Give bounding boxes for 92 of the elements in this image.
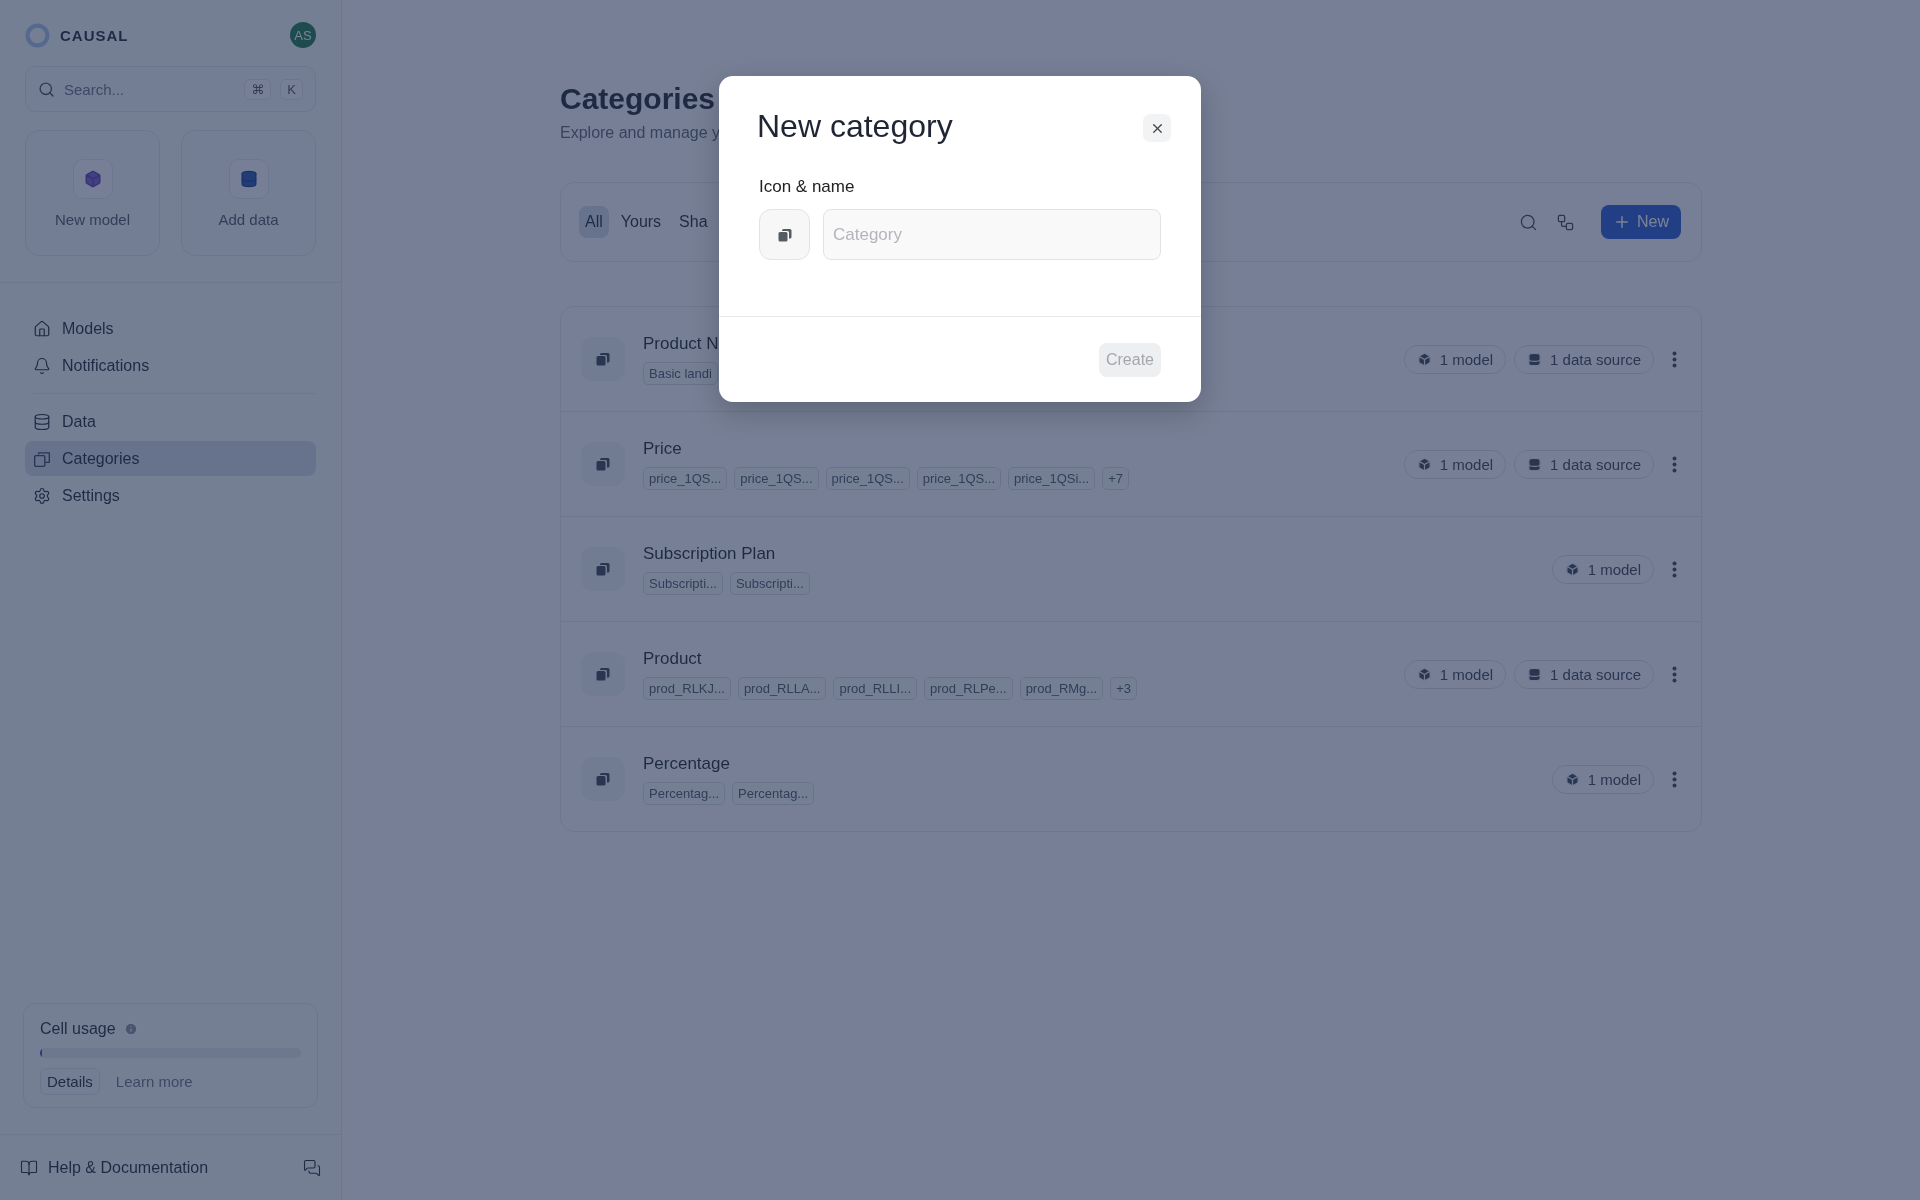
category-name: Product N xyxy=(643,333,719,354)
stacked-squares-icon xyxy=(595,351,611,367)
database-icon xyxy=(1527,666,1543,682)
learn-more-link[interactable]: Learn more xyxy=(115,1073,193,1090)
usage-badge: 1 data source xyxy=(1514,659,1654,689)
search-icon xyxy=(38,80,55,98)
icon-picker-button[interactable] xyxy=(759,209,810,260)
filter-tab[interactable]: All xyxy=(579,206,609,238)
home-icon xyxy=(33,319,51,338)
stacked-squares-icon xyxy=(595,771,611,787)
value-tag: prod_RMg... xyxy=(1019,676,1104,700)
nav-item[interactable]: Data xyxy=(25,404,316,439)
ring-logo-icon xyxy=(25,22,50,48)
vertical-dots-icon xyxy=(1672,770,1677,788)
usage-badge: 1 model xyxy=(1403,344,1507,374)
search-icon xyxy=(1519,212,1538,232)
cube-icon xyxy=(1416,351,1432,367)
value-tag: price_1QS... xyxy=(916,466,1002,490)
graph-nodes-icon xyxy=(1556,212,1575,232)
stacked-squares-icon xyxy=(33,449,51,468)
value-tag: prod_RLLA... xyxy=(737,676,827,700)
value-tag: Subscripti... xyxy=(729,571,810,595)
more-count: +7 xyxy=(1102,466,1130,490)
usage-badge: 1 data source xyxy=(1514,449,1654,479)
page-title: Categories xyxy=(560,82,717,116)
usage-badge: 1 data source xyxy=(1514,344,1654,374)
nav-item[interactable]: Notifications xyxy=(25,348,316,383)
database-icon xyxy=(1527,456,1543,472)
value-tag: Subscripti... xyxy=(643,571,723,595)
book-icon xyxy=(20,1158,38,1177)
database-icon xyxy=(1527,351,1543,367)
value-tag: prod_RLLI... xyxy=(833,676,918,700)
vertical-dots-icon xyxy=(1672,350,1677,368)
new-button[interactable]: New xyxy=(1601,205,1681,239)
stacked-squares-icon xyxy=(595,561,611,577)
category-name: Price xyxy=(643,438,682,459)
settings-icon xyxy=(33,486,51,505)
field-label: Icon & name xyxy=(759,177,856,197)
nav-item[interactable]: Models xyxy=(25,311,316,346)
category-name: Subscription Plan xyxy=(643,543,776,564)
bell-icon xyxy=(33,356,51,375)
shortcut-key: ⌘ xyxy=(244,78,272,100)
stacked-squares-icon xyxy=(595,456,611,472)
value-tag: Percentag... xyxy=(643,781,726,805)
quick-action-card[interactable]: New model xyxy=(25,130,160,256)
app-logo-text: CAUSAL xyxy=(60,26,129,44)
nav-item[interactable]: Categories xyxy=(25,441,316,476)
user-avatar[interactable]: AS xyxy=(290,22,316,48)
value-tag: prod_RLPe... xyxy=(924,676,1013,700)
vertical-dots-icon xyxy=(1672,665,1677,683)
cube-icon xyxy=(1416,666,1432,682)
category-name: Product xyxy=(643,648,702,669)
quick-action-card[interactable]: Add data xyxy=(181,130,316,256)
details-button[interactable]: Details xyxy=(40,1068,100,1095)
page-subtitle: Explore and manage y xyxy=(560,124,721,142)
database-icon xyxy=(239,169,258,188)
action-label: New model xyxy=(55,210,130,228)
chat-icon[interactable] xyxy=(303,1158,321,1177)
nav-item[interactable]: Settings xyxy=(25,478,316,513)
value-tag: Percentag... xyxy=(732,781,815,805)
cube-icon xyxy=(1564,771,1580,787)
value-tag: price_1QSi... xyxy=(1008,466,1096,490)
value-tag: prod_RLKJ... xyxy=(643,676,731,700)
stacked-squares-icon xyxy=(595,666,611,682)
shortcut-key: K xyxy=(280,78,303,100)
vertical-dots-icon xyxy=(1672,560,1677,578)
help-link[interactable]: Help & Documentation xyxy=(48,1158,293,1177)
filter-tab[interactable]: Yours xyxy=(614,206,668,238)
value-tag: Basic landi xyxy=(643,361,718,385)
usage-badge: 1 model xyxy=(1551,554,1654,584)
cube-icon xyxy=(1416,456,1432,472)
stacked-squares-icon xyxy=(776,226,793,243)
close-button[interactable] xyxy=(1143,114,1171,142)
value-tag: price_1QS... xyxy=(734,466,819,490)
dialog-title: New category xyxy=(757,108,953,145)
category-name-field[interactable]: Category xyxy=(823,209,1161,260)
action-label: Add data xyxy=(218,210,279,228)
usage-badge: 1 model xyxy=(1403,449,1507,479)
more-count: +3 xyxy=(1110,676,1137,700)
vertical-dots-icon xyxy=(1672,455,1677,473)
cube-icon xyxy=(83,169,102,188)
usage-title: Cell usage xyxy=(40,1020,116,1038)
cube-icon xyxy=(1564,561,1580,577)
value-tag: price_1QS... xyxy=(825,466,910,490)
info-icon[interactable] xyxy=(123,1022,138,1036)
category-name: Percentage xyxy=(643,753,730,774)
filter-tab[interactable]: Sha xyxy=(673,206,714,238)
plus-icon xyxy=(1613,213,1631,231)
database-icon xyxy=(33,412,51,431)
value-tag: price_1QS... xyxy=(643,466,728,490)
usage-badge: 1 model xyxy=(1403,659,1507,689)
usage-badge: 1 model xyxy=(1551,764,1654,794)
